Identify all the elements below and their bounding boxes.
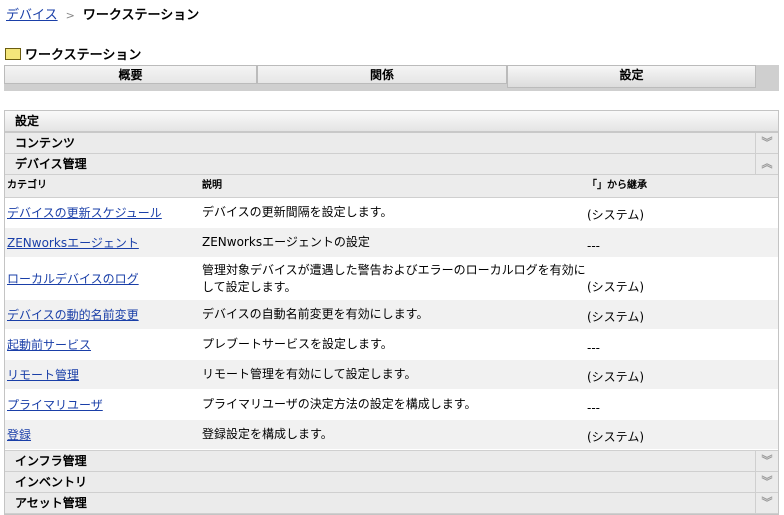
inherit-cell: ---: [587, 239, 600, 253]
chevron-right-icon: >: [65, 9, 75, 22]
category-link[interactable]: ZENworksエージェント: [7, 236, 139, 250]
category-cell: デバイスの動的名前変更: [5, 306, 202, 323]
table-row: 起動前サービス プレブートサービスを設定します。 ---: [5, 330, 778, 360]
description-cell: リモート管理を有効にして設定します。: [202, 367, 417, 381]
table-row: デバイスの更新スケジュール デバイスの更新間隔を設定します。 (システム): [5, 198, 778, 228]
tab-settings[interactable]: 設定: [507, 65, 756, 88]
category-link[interactable]: 登録: [7, 428, 31, 442]
description-cell: 登録設定を構成します。: [202, 427, 333, 441]
column-category: カテゴリ: [7, 180, 47, 191]
column-inherit: 「」から継承: [587, 180, 647, 191]
section-asset-management[interactable]: アセット管理 ︾: [5, 493, 778, 514]
inherit-cell: ---: [587, 401, 600, 415]
section-contents[interactable]: コンテンツ ︾: [5, 133, 778, 154]
category-link[interactable]: プライマリユーザ: [7, 398, 103, 412]
collapse-icon[interactable]: ︽: [755, 154, 778, 174]
column-description: 説明: [202, 180, 222, 191]
description-cell: プレブートサービスを設定します。: [202, 337, 393, 351]
expand-icon[interactable]: ︾: [755, 493, 778, 513]
description-cell: 管理対象デバイスが遭遇した警告およびエラーのローカルログを有効にして設定します。: [202, 262, 586, 294]
section-device-management[interactable]: デバイス管理 ︽: [5, 154, 778, 175]
category-cell: デバイスの更新スケジュール: [5, 204, 202, 221]
section-label: アセット管理: [15, 496, 87, 510]
category-link[interactable]: リモート管理: [7, 368, 79, 382]
category-link[interactable]: デバイスの更新スケジュール: [7, 206, 162, 220]
tab-summary[interactable]: 概要: [4, 65, 257, 84]
table-row: プライマリユーザ プライマリユーザの決定方法の設定を構成します。 ---: [5, 390, 778, 420]
description-cell: プライマリユーザの決定方法の設定を構成します。: [202, 397, 477, 411]
section-label: コンテンツ: [15, 136, 76, 150]
category-link[interactable]: ローカルデバイスのログ: [7, 272, 139, 286]
description-cell: デバイスの更新間隔を設定します。: [202, 205, 393, 219]
inherit-cell: (システム): [587, 430, 645, 444]
tab-relationships[interactable]: 関係: [257, 65, 507, 84]
table-row: 登録 登録設定を構成します。 (システム): [5, 420, 778, 450]
tab-bar: 概要 関係 設定: [4, 65, 779, 91]
expand-icon[interactable]: ︾: [755, 133, 778, 153]
table-row: デバイスの動的名前変更 デバイスの自動名前変更を有効にします。 (システム): [5, 300, 778, 330]
table-row: リモート管理 リモート管理を有効にして設定します。 (システム): [5, 360, 778, 390]
category-cell: プライマリユーザ: [5, 396, 202, 413]
category-cell: 起動前サービス: [5, 336, 202, 353]
expand-icon[interactable]: ︾: [755, 472, 778, 492]
table-row: ZENworksエージェント ZENworksエージェントの設定 ---: [5, 228, 778, 258]
category-link[interactable]: 起動前サービス: [7, 338, 91, 352]
section-label: インフラ管理: [15, 454, 87, 468]
inherit-cell: (システム): [587, 280, 645, 294]
category-cell: リモート管理: [5, 366, 202, 383]
section-infrastructure[interactable]: インフラ管理 ︾: [5, 450, 778, 472]
section-label: デバイス管理: [15, 157, 87, 171]
inherit-cell: ---: [587, 341, 600, 355]
category-cell: ローカルデバイスのログ: [5, 270, 202, 287]
section-inventory[interactable]: インベントリ ︾: [5, 472, 778, 493]
settings-panel: 設定 コンテンツ ︾ デバイス管理 ︽ カテゴリ 説明 「」から継承 デバイスの更新…: [4, 110, 779, 515]
inherit-cell: (システム): [587, 370, 645, 384]
breadcrumb-current: ワークステーション: [82, 8, 200, 23]
panel-header: 設定: [5, 111, 778, 133]
table-row: ローカルデバイスのログ 管理対象デバイスが遭遇した警告およびエラーのローカルログを…: [5, 258, 778, 300]
folder-icon: [5, 47, 21, 60]
category-cell: 登録: [5, 426, 202, 443]
breadcrumb-devices-link[interactable]: デバイス: [6, 8, 58, 23]
page-title-text: ワークステーション: [25, 48, 142, 63]
category-link[interactable]: デバイスの動的名前変更: [7, 308, 139, 322]
section-label: インベントリ: [15, 475, 88, 489]
breadcrumb: デバイス > ワークステーション: [6, 4, 199, 23]
inherit-cell: (システム): [587, 310, 645, 324]
table-header: カテゴリ 説明 「」から継承: [5, 175, 778, 198]
expand-icon[interactable]: ︾: [755, 451, 778, 471]
description-cell: デバイスの自動名前変更を有効にします。: [202, 307, 429, 321]
inherit-cell: (システム): [587, 208, 645, 222]
category-cell: ZENworksエージェント: [5, 234, 202, 251]
page-title: ワークステーション: [5, 44, 141, 63]
description-cell: ZENworksエージェントの設定: [202, 235, 370, 249]
